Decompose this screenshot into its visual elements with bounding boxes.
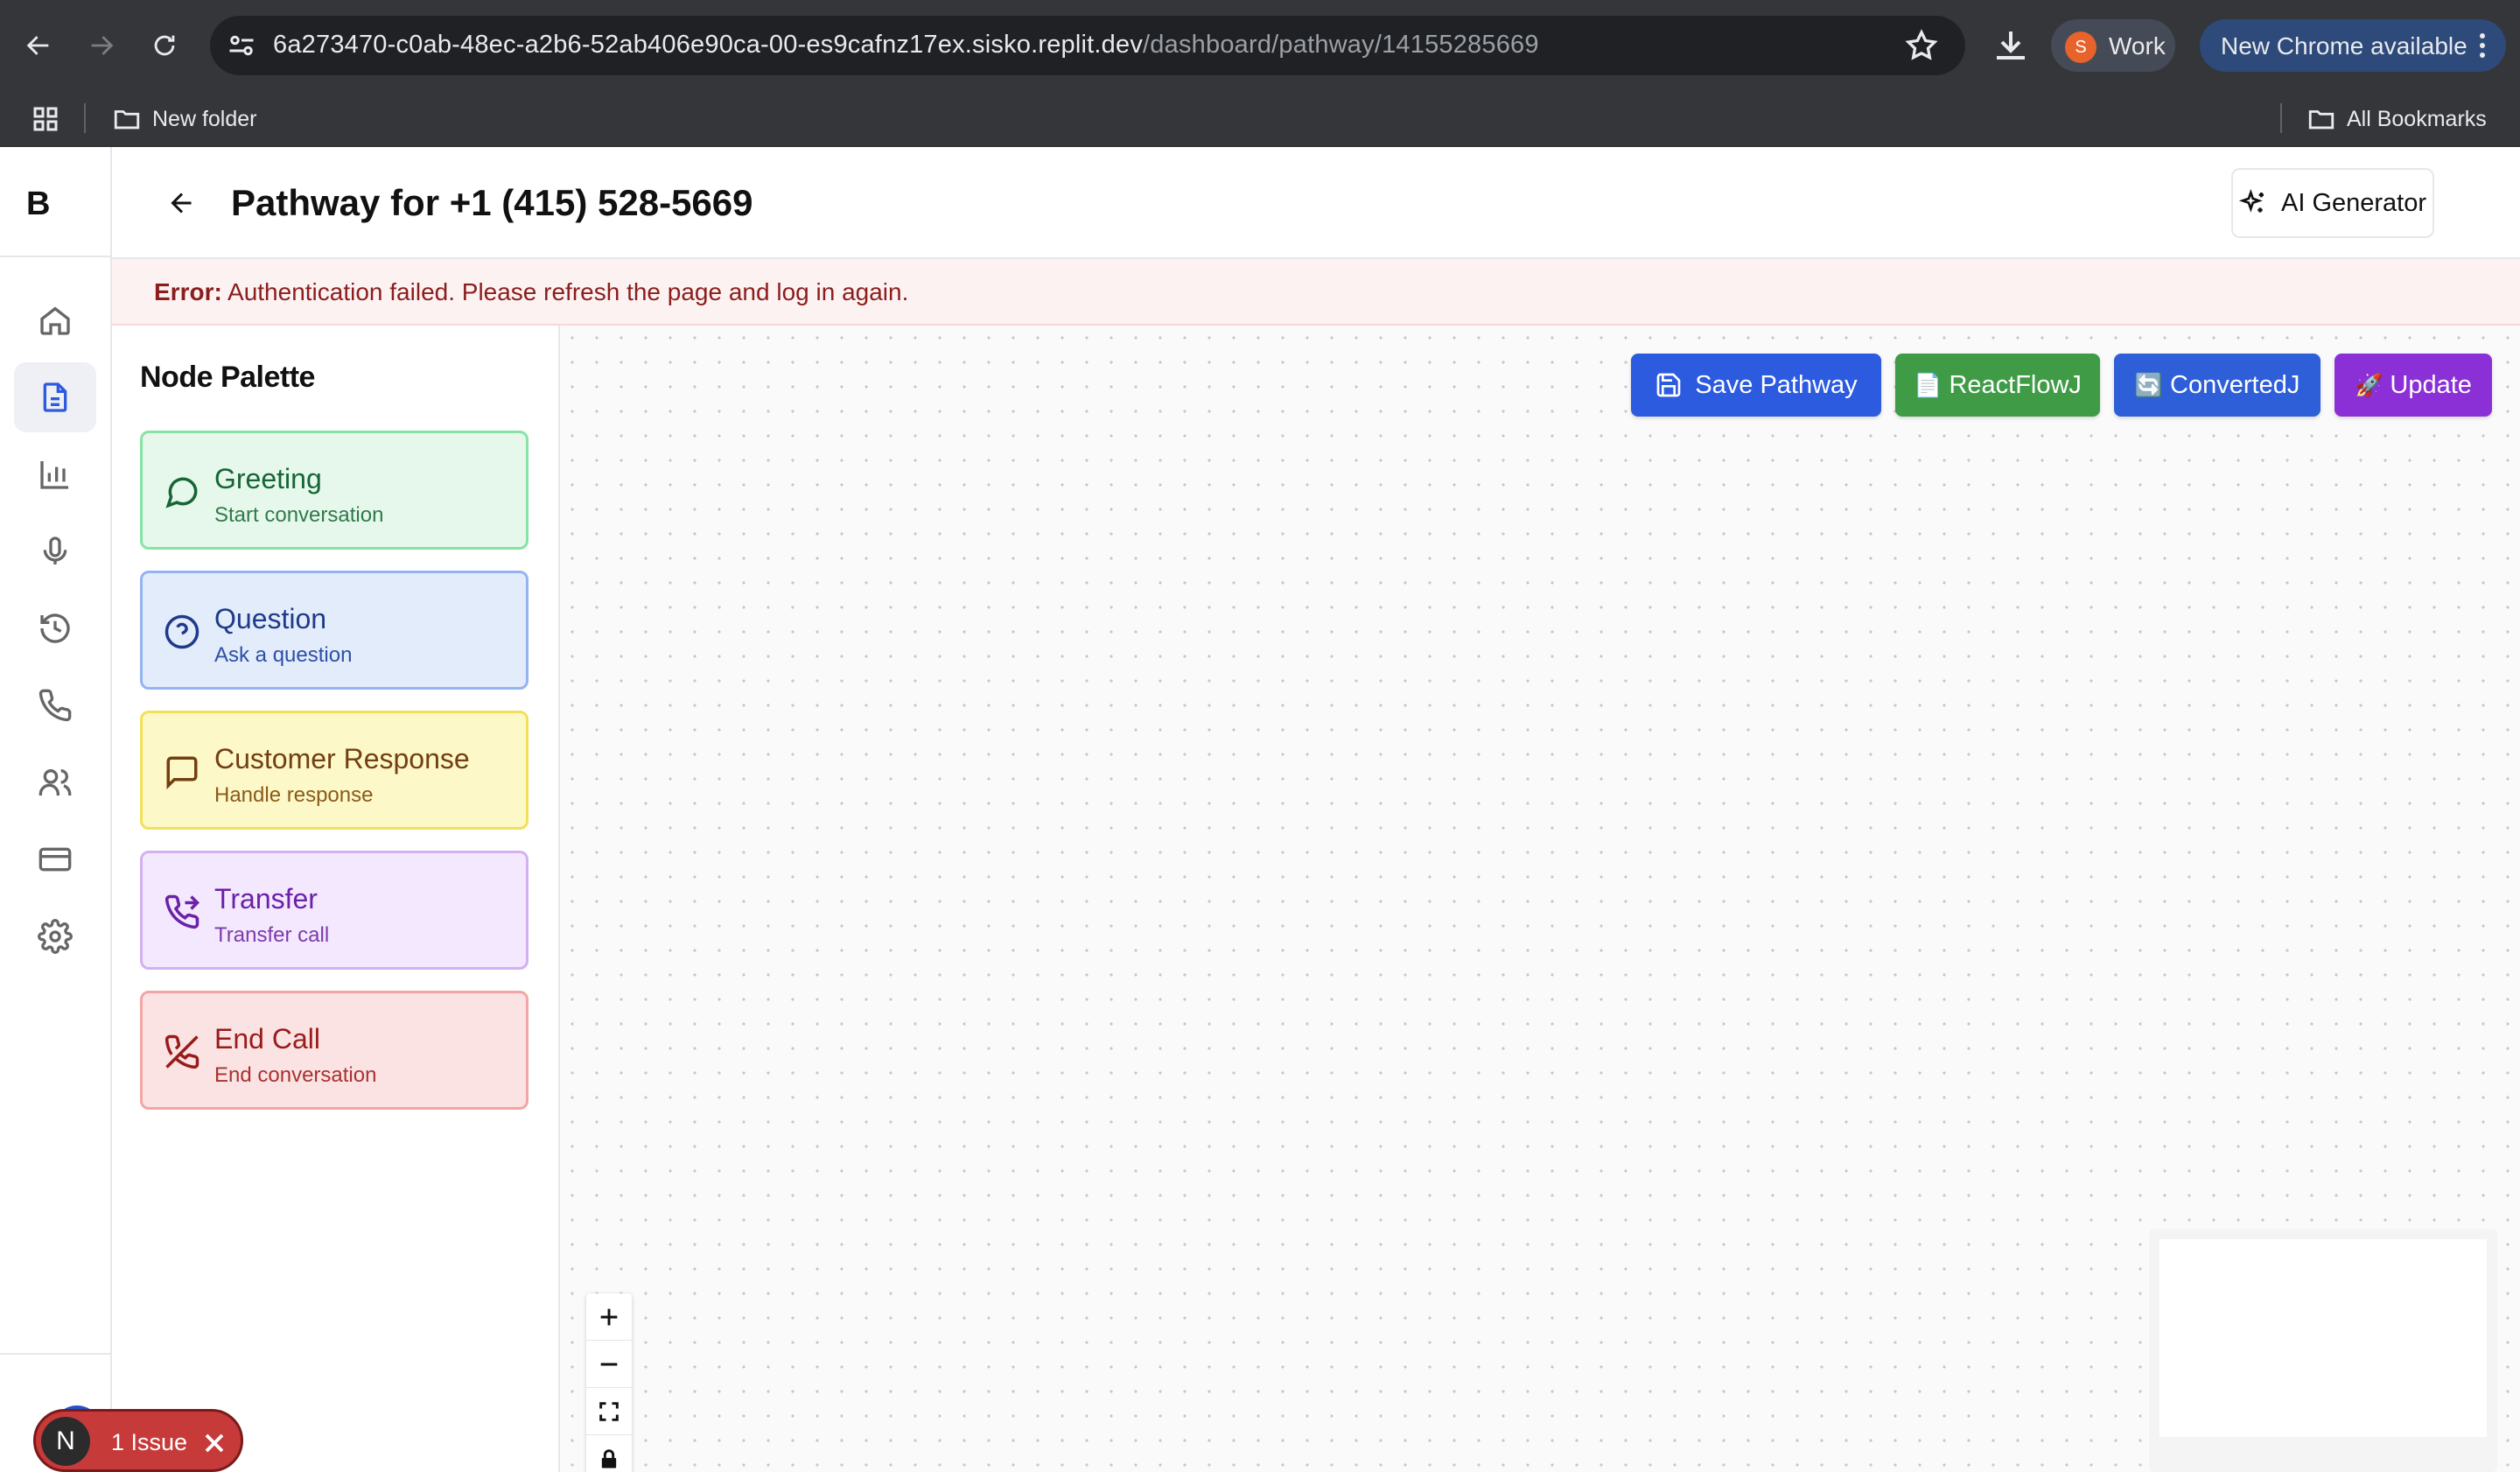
error-text: Error: Authentication failed. Please ref… bbox=[154, 278, 908, 306]
bookmarks-divider bbox=[84, 103, 86, 133]
node-name: Question bbox=[214, 603, 327, 634]
app-sidebar: B bbox=[0, 147, 112, 1472]
back-button[interactable] bbox=[161, 182, 203, 224]
lock-button[interactable] bbox=[586, 1435, 632, 1472]
chrome-update-label: New Chrome available bbox=[2221, 32, 2468, 60]
save-pathway-button[interactable]: Save Pathway bbox=[1631, 354, 1881, 417]
app-logo[interactable]: B bbox=[0, 147, 112, 257]
credit-card-icon[interactable] bbox=[14, 824, 96, 894]
issues-badge[interactable]: N 1 Issue bbox=[33, 1409, 243, 1472]
lock-icon bbox=[601, 1449, 617, 1468]
profile-label: Work bbox=[2109, 32, 2166, 60]
users-icon[interactable] bbox=[14, 747, 96, 817]
logo-text: B bbox=[26, 186, 51, 222]
minimap-viewport bbox=[2160, 1239, 2487, 1437]
palette-node-greeting[interactable]: Greeting Start conversation bbox=[140, 431, 528, 550]
node-desc: Transfer call bbox=[214, 923, 330, 947]
bookmark-new-folder[interactable]: New folder bbox=[112, 103, 257, 135]
arrow-left-icon bbox=[171, 193, 192, 214]
fit-view-icon bbox=[599, 1401, 619, 1421]
flow-canvas[interactable]: Save Pathway 📄 ReactFlowJ 🔄 ConvertedJ 🚀… bbox=[560, 326, 2520, 1472]
profile-avatar: S bbox=[2065, 32, 2096, 63]
all-bookmarks-button[interactable]: All Bookmarks bbox=[2306, 103, 2487, 135]
bookmarks-divider bbox=[2280, 103, 2282, 133]
microphone-icon[interactable] bbox=[14, 516, 96, 586]
ai-generator-button[interactable]: AI Generator bbox=[2231, 168, 2434, 238]
reload-icon[interactable] bbox=[142, 23, 187, 68]
palette-title: Node Palette bbox=[140, 361, 315, 394]
message-circle-icon bbox=[165, 477, 198, 508]
bar-chart-icon[interactable] bbox=[14, 439, 96, 509]
page-header: Pathway for +1 (415) 528-5669 AI Generat… bbox=[112, 147, 2520, 259]
node-name: End Call bbox=[214, 1023, 320, 1055]
zoom-controls bbox=[586, 1293, 632, 1472]
document-icon[interactable] bbox=[14, 362, 96, 432]
page-title: Pathway for +1 (415) 528-5669 bbox=[231, 182, 753, 223]
forward-arrow-icon[interactable] bbox=[79, 23, 124, 68]
error-banner: Error: Authentication failed. Please ref… bbox=[112, 259, 2520, 326]
site-settings-icon[interactable] bbox=[226, 30, 257, 61]
close-icon[interactable] bbox=[199, 1427, 230, 1459]
node-desc: Handle response bbox=[214, 783, 374, 807]
node-name: Greeting bbox=[214, 463, 322, 494]
save-icon bbox=[1656, 373, 1681, 397]
node-palette: Node Palette Greeting Start conversation… bbox=[112, 326, 560, 1472]
palette-node-transfer[interactable]: Transfer Transfer call bbox=[140, 851, 528, 970]
bookmarks-bar: New folder All Bookmarks bbox=[0, 91, 2520, 147]
update-button[interactable]: 🚀 Update bbox=[2334, 354, 2492, 417]
phone-off-icon bbox=[164, 1034, 200, 1069]
folder-icon bbox=[2308, 110, 2334, 130]
help-circle-icon bbox=[164, 614, 200, 649]
sparkles-icon bbox=[2238, 189, 2264, 213]
bookmark-star-icon[interactable] bbox=[1904, 28, 1939, 63]
reactflowj-label: ReactFlowJ bbox=[1949, 370, 2082, 399]
save-pathway-label: Save Pathway bbox=[1695, 370, 1858, 399]
url-text[interactable]: 6a273470-c0ab-48ec-a2b6-52ab406e90ca-00-… bbox=[273, 31, 1539, 60]
node-name: Transfer bbox=[214, 883, 318, 915]
sidebar-footer-divider bbox=[0, 1353, 112, 1355]
plus-icon bbox=[600, 1308, 618, 1325]
folder-icon bbox=[114, 110, 140, 130]
node-desc: Start conversation bbox=[214, 503, 384, 527]
convertedj-button[interactable]: 🔄 ConvertedJ bbox=[2114, 354, 2320, 417]
nextjs-icon: N bbox=[41, 1417, 90, 1466]
reactflowj-button[interactable]: 📄 ReactFlowJ bbox=[1895, 354, 2100, 417]
download-icon[interactable] bbox=[1990, 25, 2032, 67]
node-name: Customer Response bbox=[214, 743, 470, 775]
home-icon[interactable] bbox=[14, 285, 96, 355]
node-desc: End conversation bbox=[214, 1063, 377, 1087]
error-label: Error: bbox=[154, 278, 222, 305]
phone-icon[interactable] bbox=[14, 670, 96, 740]
minus-icon bbox=[600, 1363, 618, 1365]
update-label: Update bbox=[2390, 370, 2472, 399]
apps-grid-icon[interactable] bbox=[30, 103, 61, 135]
address-bar[interactable]: 6a273470-c0ab-48ec-a2b6-52ab406e90ca-00-… bbox=[210, 16, 1965, 75]
convertedj-label: ConvertedJ bbox=[2170, 370, 2300, 399]
browser-toolbar: 6a273470-c0ab-48ec-a2b6-52ab406e90ca-00-… bbox=[0, 0, 2520, 91]
issues-label: 1 Issue bbox=[111, 1429, 188, 1455]
palette-node-question[interactable]: Question Ask a question bbox=[140, 571, 528, 690]
zoom-in-button[interactable] bbox=[586, 1293, 632, 1341]
ai-generator-label: AI Generator bbox=[2280, 188, 2427, 217]
document-icon: 📄 bbox=[1914, 371, 1942, 398]
palette-node-customer-response[interactable]: Customer Response Handle response bbox=[140, 711, 528, 830]
more-vertical-icon bbox=[2480, 33, 2485, 58]
history-icon[interactable] bbox=[14, 593, 96, 663]
fit-view-button[interactable] bbox=[586, 1388, 632, 1435]
rocket-icon: 🚀 bbox=[2355, 371, 2384, 398]
error-message: Authentication failed. Please refresh th… bbox=[228, 278, 909, 305]
minimap[interactable] bbox=[2149, 1229, 2497, 1472]
back-arrow-icon[interactable] bbox=[16, 23, 61, 68]
bookmark-label: New folder bbox=[152, 106, 257, 131]
chrome-update-button[interactable]: New Chrome available bbox=[2200, 19, 2506, 72]
palette-node-end-call[interactable]: End Call End conversation bbox=[140, 991, 528, 1110]
bookmark-label: All Bookmarks bbox=[2347, 106, 2487, 131]
phone-forward-icon bbox=[164, 894, 200, 929]
refresh-icon: 🔄 bbox=[2134, 371, 2164, 398]
message-square-icon bbox=[166, 756, 198, 789]
profile-button[interactable]: S Work bbox=[2051, 19, 2175, 72]
zoom-out-button[interactable] bbox=[586, 1341, 632, 1388]
settings-icon[interactable] bbox=[14, 901, 96, 971]
node-desc: Ask a question bbox=[214, 643, 353, 667]
